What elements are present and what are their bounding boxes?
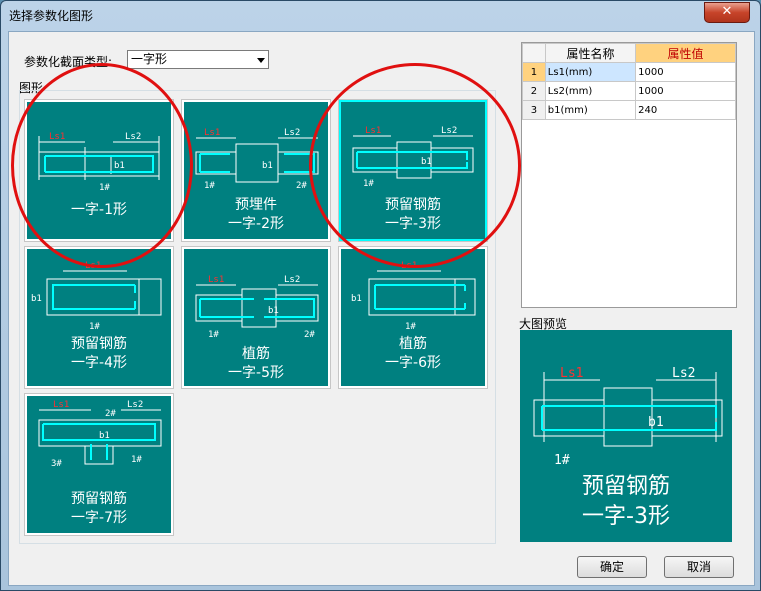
dim-b1: b1 xyxy=(31,294,42,304)
row-number: 2 xyxy=(522,81,546,101)
dim-ls1: Ls1 xyxy=(53,400,69,410)
col-name-header: 属性名称 xyxy=(544,43,637,63)
tile-caption-7b: 一字-7形 xyxy=(71,510,127,526)
property-value[interactable]: 240 xyxy=(635,100,736,120)
property-name: Ls2(mm) xyxy=(544,81,637,101)
annotation-circle-2 xyxy=(309,63,521,268)
property-name: b1(mm) xyxy=(544,100,637,120)
tile-drawing: Ls1 Ls2 b1 1# 2# 植筋 一字-5形 xyxy=(184,249,328,386)
tile-caption-6a: 植筋 xyxy=(399,336,427,352)
property-row[interactable]: 3 b1(mm) 240 xyxy=(522,100,736,120)
tile-drawing: Ls1 Ls2 b1 1# 2# 预埋件 一字-2形 xyxy=(184,102,328,239)
property-value[interactable]: 1000 xyxy=(635,81,736,101)
window-title: 选择参数化图形 xyxy=(9,9,94,23)
dialog-window: 选择参数化图形 ✕ 参数化截面类型: 一字形 图形 Ls1 Ls2 b1 1# … xyxy=(0,0,761,591)
ok-button[interactable]: 确定 xyxy=(577,556,647,578)
bar-label-1: 1# xyxy=(204,181,215,191)
preview-caption-b: 一字-3形 xyxy=(582,504,670,529)
tile-caption-4b: 一字-4形 xyxy=(71,355,127,371)
dim-ls2: Ls2 xyxy=(284,128,300,138)
shape-tile-5[interactable]: Ls1 Ls2 b1 1# 2# 植筋 一字-5形 xyxy=(181,246,331,389)
dim-b1: b1 xyxy=(99,431,110,441)
dim-ls2: Ls2 xyxy=(284,275,300,285)
section-type-select[interactable]: 一字形 xyxy=(127,50,269,69)
dim-b1: b1 xyxy=(648,415,664,430)
bar-label-2: 2# xyxy=(105,409,116,419)
property-value[interactable]: 1000 xyxy=(635,62,736,82)
property-name: Ls1(mm) xyxy=(544,62,637,82)
bar-label-2: 2# xyxy=(304,330,315,340)
tile-caption-2a: 预埋件 xyxy=(235,197,277,213)
tile-caption-6b: 一字-6形 xyxy=(385,355,441,371)
bar-label-1: 1# xyxy=(554,453,570,468)
tile-caption-7a: 预留钢筋 xyxy=(71,491,127,507)
title-bar[interactable]: 选择参数化图形 ✕ xyxy=(1,1,760,31)
property-grid[interactable]: 属性名称 属性值 1 Ls1(mm) 1000 2 Ls2(mm) 1000 3… xyxy=(521,42,737,308)
tile-drawing: Ls1 b1 1# 预留钢筋 一字-4形 xyxy=(27,249,171,386)
bar-label-1: 1# xyxy=(208,330,219,340)
dim-ls1: Ls1 xyxy=(560,366,583,381)
preview-caption-a: 预留钢筋 xyxy=(581,474,670,499)
dim-ls1: Ls1 xyxy=(204,128,220,138)
row-number: 1 xyxy=(522,62,546,82)
shape-tile-7[interactable]: Ls1 Ls2 2# b1 3# 1# 预留钢筋 一字-7形 xyxy=(24,393,174,536)
chevron-down-icon xyxy=(257,58,265,63)
tile-drawing: Ls1 Ls2 2# b1 3# 1# 预留钢筋 一字-7形 xyxy=(27,396,171,533)
bar-label-3: 3# xyxy=(51,459,62,469)
property-table: 属性名称 属性值 1 Ls1(mm) 1000 2 Ls2(mm) 1000 3… xyxy=(522,43,736,120)
dim-b1: b1 xyxy=(262,161,273,171)
dim-ls2: Ls2 xyxy=(672,366,695,381)
dim-b1: b1 xyxy=(268,306,279,316)
cancel-button[interactable]: 取消 xyxy=(664,556,734,578)
row-number-header xyxy=(522,43,546,63)
bar-label-1: 1# xyxy=(89,322,100,332)
section-type-value: 一字形 xyxy=(131,52,168,66)
tile-caption-4a: 预留钢筋 xyxy=(71,336,127,352)
large-preview: Ls1 Ls2 b1 1# 预留钢筋 一字-3形 xyxy=(520,330,732,542)
tile-caption-2b: 一字-2形 xyxy=(228,216,284,232)
close-button[interactable]: ✕ xyxy=(704,2,750,23)
bar-label-2: 2# xyxy=(296,181,307,191)
bar-label-1: 1# xyxy=(405,322,416,332)
bar-label-1: 1# xyxy=(131,455,142,465)
dim-ls2: Ls2 xyxy=(127,400,143,410)
property-row[interactable]: 2 Ls2(mm) 1000 xyxy=(522,81,736,101)
dim-ls1: Ls1 xyxy=(208,275,224,285)
property-row[interactable]: 1 Ls1(mm) 1000 xyxy=(522,62,736,82)
row-number: 3 xyxy=(522,100,546,120)
dim-b1: b1 xyxy=(351,294,362,304)
col-value-header: 属性值 xyxy=(635,43,736,63)
annotation-circle-1 xyxy=(11,63,193,268)
tile-caption-5a: 植筋 xyxy=(242,346,270,362)
tile-caption-5b: 一字-5形 xyxy=(228,365,284,381)
tile-drawing: Ls1 b1 1# 植筋 一字-6形 xyxy=(341,249,485,386)
